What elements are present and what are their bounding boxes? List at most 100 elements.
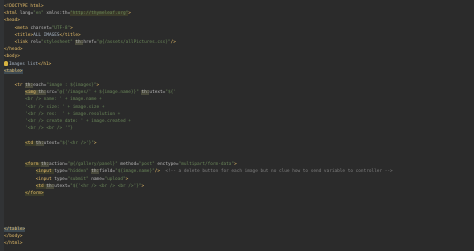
code-token: rel= [30,39,42,45]
code-token: <td [35,183,47,189]
code-line[interactable]: </table> [4,226,470,233]
code-token: '<br /> [25,104,44,110]
code-token: "multipart/form-data" [178,162,235,168]
code-token: <form [25,162,42,168]
code-editor[interactable]: <!DOCTYPE html> <html lang="en" xmlns:th=… [0,0,474,251]
code-line[interactable]: '<br /> res: ' + image.resolution + [4,111,470,118]
code-token: <body> [4,54,20,60]
code-token: > [96,83,100,89]
code-token: "http://thymeleaf.org" [70,11,129,17]
code-line[interactable]: Images list</h1> [4,60,470,68]
code-line[interactable]: <tr th:each="image : ${images}"> [4,82,470,89]
code-token: <input [35,169,55,175]
code-token: method= [120,162,139,168]
code-token: <head> [4,18,20,24]
code-token: <td [25,140,36,146]
code-token: "${image.name}" [115,169,155,175]
code-line[interactable]: </form> [4,190,470,197]
code-token: '<br /> [25,119,44,124]
code-line[interactable] [4,154,470,161]
code-token: "@{/gallery/panel}" [67,162,121,168]
code-token: </html> [4,241,23,247]
code-line[interactable]: <form th:action="@{/gallery/panel}" meth… [4,161,470,168]
code-area[interactable]: <!DOCTYPE html> <html lang="en" xmlns:th=… [4,3,470,247]
code-line[interactable]: <head> [4,17,470,24]
code-token: <tr [14,83,26,89]
code-line[interactable] [4,197,470,204]
code-line[interactable] [4,219,470,226]
code-token: <input [35,176,55,182]
code-token: > [93,140,97,146]
code-token: type= [54,176,68,182]
code-token: > [125,176,129,182]
code-token: "${'<hr /> <br /> <br />'}" [70,183,142,189]
code-token: each= [33,83,47,89]
code-line[interactable]: <input type="hidden" th:field="${image.n… [4,168,470,175]
code-token: <link [14,39,31,45]
code-token: > [128,11,131,17]
code-token: "${' [165,90,176,96]
code-line[interactable] [4,132,470,139]
code-token: "@{/assets/allPictures.css}" [96,39,171,45]
code-line[interactable]: <body> [4,53,470,60]
code-token: /> [170,39,176,45]
code-token: > [234,162,237,168]
code-token: </head> [4,47,23,53]
code-line[interactable]: <img th:src="@{'/images/' + ${image.name… [4,89,470,96]
code-token: utext= [43,140,60,146]
code-token: </title> [59,32,81,38]
code-line[interactable]: <html lang="en" xmlns:th="http://thymele… [4,10,470,17]
code-line[interactable]: <meta charset="UTF-8"> [4,25,470,32]
code-token: "stylesheet" [41,39,76,45]
code-token: <br /> '"} [43,126,73,132]
code-line[interactable]: <input type="submit" name="upload"> [4,176,470,183]
code-line[interactable] [4,204,470,211]
code-token: <table> [4,68,23,74]
code-token: </form> [25,190,44,196]
code-token: <title> [14,32,34,38]
code-line[interactable]: <br /> name: ' + image.name + [4,96,470,103]
code-line[interactable]: <!DOCTYPE html> [4,3,470,10]
code-line[interactable]: <table> [4,68,470,75]
code-line[interactable]: </head> [4,46,470,53]
code-line[interactable]: '<br /> create date: ' + image.created + [4,118,470,125]
code-line[interactable] [4,75,470,82]
code-token: <html [4,11,20,17]
code-token: "image : ${images}" [46,83,97,89]
code-line[interactable] [4,211,470,218]
code-token: "UTF-8" [51,25,71,31]
code-line[interactable]: <title>ALL IMAGES</title> [4,32,470,39]
code-line[interactable]: <link rel="stylesheet" th:href="@{/asset… [4,39,470,46]
code-token: Images list [9,61,39,67]
lightbulb-icon[interactable] [4,60,8,66]
code-line[interactable]: <td th:utext="${'<hr />'}"> [4,140,470,147]
code-token: create date: ' + image.created + [43,119,131,124]
code-line[interactable]: </body> [4,233,470,240]
code-token: field= [99,169,116,175]
code-line[interactable]: </html> [4,240,470,247]
code-line[interactable]: <td th:utext="${'<hr /> <br /> <br />'}"… [4,183,470,190]
code-token: utext= [54,183,71,189]
code-token: <meta [14,25,31,31]
code-line[interactable]: '<br /> size: ' + image.size + [4,104,470,111]
code-token: </h1> [38,61,52,67]
code-token: "submit" [67,176,92,182]
code-line[interactable]: '<br /> <br /> '"} [4,125,470,132]
code-token: xmlns:th= [46,11,71,17]
code-line[interactable] [4,147,470,154]
code-token: ALL IMAGES [33,32,60,38]
